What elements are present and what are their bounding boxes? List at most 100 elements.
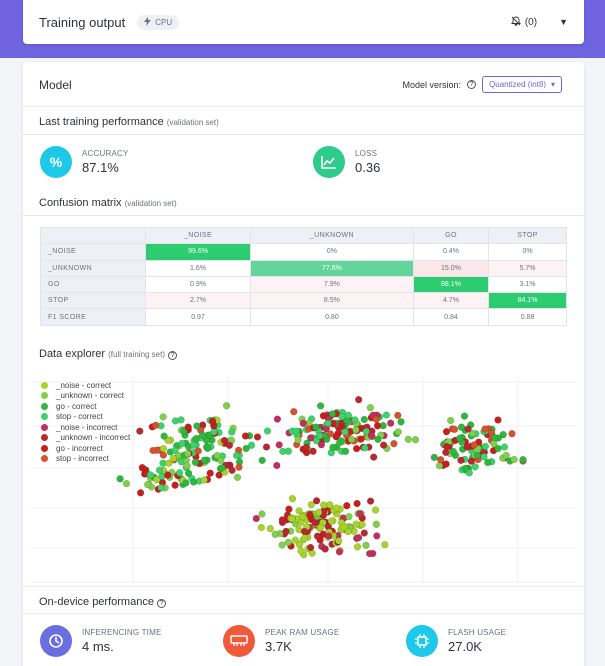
scatter-point[interactable]: [345, 512, 353, 521]
scatter-point[interactable]: [189, 441, 198, 449]
scatter-point[interactable]: [352, 444, 361, 453]
scatter-point[interactable]: [329, 443, 337, 452]
scatter-point[interactable]: [473, 451, 481, 459]
scatter-point[interactable]: [341, 428, 349, 436]
scatter-point[interactable]: [343, 502, 351, 510]
scatter-point[interactable]: [159, 444, 168, 453]
scatter-point[interactable]: [491, 433, 499, 442]
scatter-point[interactable]: [220, 436, 229, 445]
scatter-point[interactable]: [390, 440, 398, 448]
scatter-point[interactable]: [159, 451, 168, 459]
scatter-point[interactable]: [144, 480, 152, 489]
scatter-point[interactable]: [327, 517, 336, 525]
scatter-point[interactable]: [324, 419, 332, 428]
scatter-point[interactable]: [192, 434, 200, 443]
chevron-down-icon[interactable]: ▼: [559, 17, 568, 27]
scatter-point[interactable]: [232, 451, 241, 460]
scatter-point[interactable]: [317, 441, 326, 449]
legend-item[interactable]: stop - incorrect: [41, 454, 130, 465]
scatter-point[interactable]: [200, 476, 208, 484]
scatter-point[interactable]: [175, 469, 184, 477]
scatter-point[interactable]: [457, 423, 466, 431]
scatter-point[interactable]: [443, 442, 451, 451]
scatter-point[interactable]: [285, 505, 293, 513]
scatter-point[interactable]: [149, 446, 157, 455]
scatter-point[interactable]: [136, 427, 144, 435]
scatter-point[interactable]: [337, 437, 345, 445]
scatter-point[interactable]: [335, 537, 343, 545]
scatter-point[interactable]: [218, 464, 226, 472]
scatter-point[interactable]: [332, 504, 341, 512]
scatter-point[interactable]: [309, 447, 317, 455]
scatter-point[interactable]: [146, 471, 155, 479]
scatter-point[interactable]: [442, 428, 451, 436]
legend-item[interactable]: go - correct: [41, 401, 130, 412]
scatter-point[interactable]: [480, 453, 488, 461]
scatter-point[interactable]: [510, 455, 518, 464]
scatter-point[interactable]: [464, 425, 472, 433]
scatter-point[interactable]: [315, 508, 323, 517]
scatter-point[interactable]: [360, 415, 368, 424]
scatter-point[interactable]: [450, 425, 459, 434]
scatter-point[interactable]: [202, 436, 211, 445]
scatter-point[interactable]: [241, 432, 250, 440]
legend-item[interactable]: go - incorrect: [41, 443, 130, 454]
scatter-point[interactable]: [306, 510, 314, 519]
scatter-point[interactable]: [436, 456, 445, 464]
scatter-point[interactable]: [467, 457, 476, 465]
scatter-point[interactable]: [351, 416, 359, 424]
scatter-point[interactable]: [354, 533, 363, 542]
scatter-point[interactable]: [184, 449, 192, 458]
scatter-point[interactable]: [193, 422, 201, 430]
legend-item[interactable]: _unknown - correct: [41, 391, 130, 402]
scatter-point[interactable]: [481, 442, 490, 451]
scatter-point[interactable]: [155, 466, 164, 474]
scatter-point[interactable]: [284, 538, 292, 546]
scatter-point[interactable]: [360, 529, 368, 537]
scatter-point[interactable]: [194, 447, 202, 455]
scatter-point[interactable]: [183, 461, 191, 470]
scatter-point[interactable]: [178, 439, 186, 448]
scatter-point[interactable]: [352, 520, 360, 528]
scatter-point[interactable]: [165, 459, 173, 467]
scatter-point[interactable]: [447, 416, 455, 425]
scatter-point[interactable]: [366, 497, 375, 505]
scatter-point[interactable]: [160, 432, 168, 440]
scatter-point[interactable]: [382, 411, 391, 419]
scatter-point[interactable]: [366, 549, 374, 558]
scatter-point[interactable]: [404, 435, 412, 443]
scatter-point[interactable]: [282, 527, 290, 536]
scatter-point[interactable]: [519, 456, 527, 464]
scatter-point[interactable]: [171, 481, 179, 489]
scatter-point[interactable]: [325, 532, 333, 540]
scatter-point[interactable]: [371, 506, 380, 514]
scatter-point[interactable]: [300, 527, 309, 536]
legend-item[interactable]: _unknown - incorrect: [41, 433, 130, 444]
scatter-point[interactable]: [171, 417, 180, 425]
scatter-point[interactable]: [295, 540, 304, 549]
scatter-point[interactable]: [152, 421, 160, 429]
scatter-point[interactable]: [157, 484, 165, 492]
scatter-point[interactable]: [242, 444, 250, 453]
scatter-point[interactable]: [258, 510, 266, 518]
scatter-point[interactable]: [362, 541, 370, 549]
scatter-point[interactable]: [316, 402, 325, 410]
scatter-point[interactable]: [353, 543, 362, 551]
scatter-point[interactable]: [297, 547, 305, 555]
scatter-point[interactable]: [210, 428, 218, 436]
scatter-point[interactable]: [116, 475, 124, 483]
scatter-point[interactable]: [233, 473, 242, 482]
help-icon[interactable]: ?: [157, 599, 167, 608]
scatter-point[interactable]: [228, 466, 236, 474]
notifications-button[interactable]: (0): [510, 16, 537, 29]
scatter-point[interactable]: [499, 431, 507, 439]
scatter-point[interactable]: [373, 532, 381, 540]
scatter-point[interactable]: [502, 451, 510, 460]
scatter-point[interactable]: [262, 443, 271, 451]
model-version-select[interactable]: Quantized (int8) ▾: [482, 76, 562, 93]
scatter-point[interactable]: [460, 412, 469, 420]
scatter-point[interactable]: [394, 411, 402, 420]
scatter-point[interactable]: [319, 412, 328, 420]
scatter-point[interactable]: [204, 444, 212, 452]
scatter-point[interactable]: [317, 523, 325, 531]
